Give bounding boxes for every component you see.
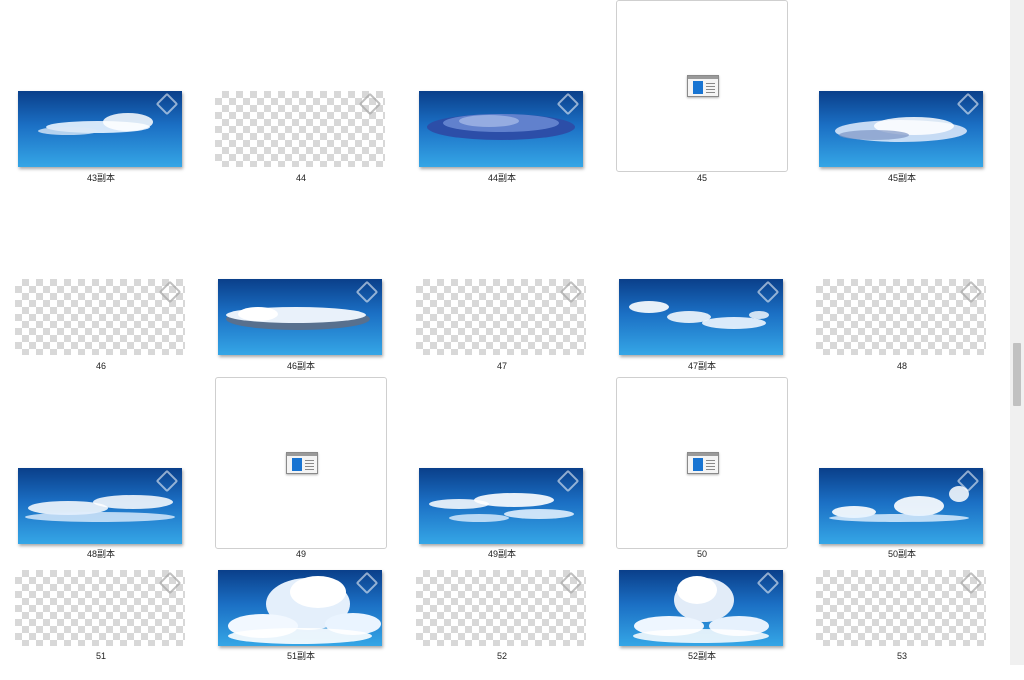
file-item[interactable]: 51 xyxy=(15,480,187,680)
file-item[interactable]: 52 xyxy=(416,480,588,680)
file-item[interactable]: 47副本 xyxy=(616,188,788,388)
sky-thumbnail xyxy=(419,91,583,167)
file-name: 51副本 xyxy=(286,651,315,661)
watermark-icon xyxy=(358,92,382,116)
sky-thumbnail xyxy=(619,570,783,646)
watermark-icon xyxy=(959,571,983,595)
file-name: 52 xyxy=(496,651,507,661)
file-item[interactable]: 46 xyxy=(15,188,187,388)
image-file-icon xyxy=(286,452,318,474)
file-name: 48 xyxy=(896,361,907,371)
sky-thumbnail xyxy=(218,279,382,355)
selection-frame xyxy=(616,0,788,172)
file-name: 46 xyxy=(95,361,106,371)
file-item[interactable]: 45 xyxy=(616,0,788,200)
transparent-thumbnail xyxy=(416,570,586,646)
file-item[interactable]: 43副本 xyxy=(15,0,187,200)
file-name: 47 xyxy=(496,361,507,371)
image-file-icon xyxy=(687,75,719,97)
image-file-icon xyxy=(687,452,719,474)
file-item[interactable]: 51副本 xyxy=(215,480,387,680)
transparent-thumbnail xyxy=(416,279,586,355)
transparent-thumbnail xyxy=(215,91,385,167)
file-name: 45副本 xyxy=(887,173,916,183)
file-item[interactable]: 48 xyxy=(816,188,988,388)
scrollbar-thumb[interactable] xyxy=(1013,343,1021,406)
file-name: 43副本 xyxy=(86,173,115,183)
transparent-thumbnail xyxy=(15,279,185,355)
file-name: 53 xyxy=(896,651,907,661)
watermark-icon xyxy=(158,571,182,595)
file-item[interactable]: 45副本 xyxy=(816,0,988,200)
sky-thumbnail xyxy=(18,91,182,167)
file-name: 44副本 xyxy=(487,173,516,183)
file-item[interactable]: 44副本 xyxy=(416,0,588,200)
watermark-icon xyxy=(559,280,583,304)
file-name: 47副本 xyxy=(687,361,716,371)
file-name: 44 xyxy=(295,173,306,183)
thumbnail-grid: 43副本 44 44副本 45 45副本 46 46副本 47 47副本 48 48副本 49 49副本… xyxy=(0,0,1010,665)
watermark-icon xyxy=(559,571,583,595)
vertical-scrollbar[interactable] xyxy=(1010,0,1024,665)
file-name: 45 xyxy=(696,173,707,183)
transparent-thumbnail xyxy=(816,279,986,355)
sky-thumbnail xyxy=(218,570,382,646)
file-item[interactable]: 44 xyxy=(215,0,387,200)
file-item[interactable]: 47 xyxy=(416,188,588,388)
transparent-thumbnail xyxy=(15,570,185,646)
sky-thumbnail xyxy=(819,91,983,167)
sky-thumbnail xyxy=(619,279,783,355)
file-name: 46副本 xyxy=(286,361,315,371)
file-name: 51 xyxy=(95,651,106,661)
file-item[interactable]: 53 xyxy=(816,480,988,680)
file-item[interactable]: 46副本 xyxy=(215,188,387,388)
file-name: 52副本 xyxy=(687,651,716,661)
watermark-icon xyxy=(959,280,983,304)
transparent-thumbnail xyxy=(816,570,986,646)
watermark-icon xyxy=(158,280,182,304)
file-item[interactable]: 52副本 xyxy=(616,480,788,680)
